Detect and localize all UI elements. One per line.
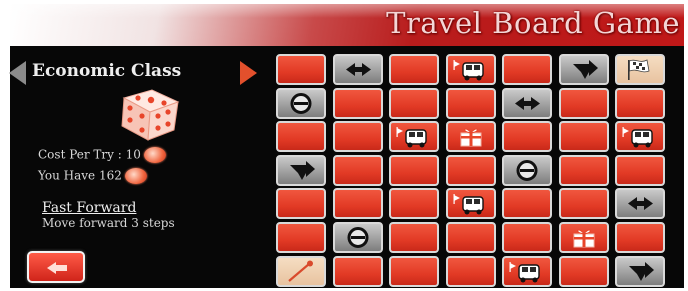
board-tile[interactable] (276, 54, 326, 85)
board-tile[interactable] (445, 87, 496, 119)
board-tile[interactable] (445, 255, 496, 287)
board-tile[interactable] (276, 188, 326, 220)
board-tile[interactable] (332, 121, 383, 153)
board-tile[interactable] (558, 255, 609, 287)
coin-token-icon (143, 147, 166, 163)
class-label: Economic Class (32, 61, 182, 81)
board-tile[interactable] (558, 121, 609, 153)
cost-per-try-row: Cost Per Try : 10 (38, 147, 166, 163)
previous-class-arrow-icon[interactable] (9, 61, 26, 85)
game-frame: Travel Board Game Economic Class Cost Pe… (0, 0, 688, 291)
board-tile[interactable] (445, 222, 496, 253)
board-tile[interactable] (332, 154, 383, 186)
balance-row: You Have 162 (38, 168, 147, 184)
board-tile[interactable] (445, 121, 496, 153)
blocked-sign-icon (347, 227, 368, 248)
blocked-sign-icon (290, 92, 312, 114)
board-tile[interactable] (332, 54, 383, 85)
board-tile[interactable] (276, 87, 326, 119)
finish-flag-icon (628, 59, 650, 80)
board-tile[interactable] (276, 222, 326, 253)
board-tile[interactable] (332, 87, 383, 119)
back-button[interactable] (27, 251, 85, 283)
bus-icon (509, 261, 540, 283)
board-tile[interactable] (615, 154, 665, 186)
board-tile[interactable] (558, 154, 609, 186)
cost-per-try-text: Cost Per Try : 10 (38, 147, 141, 162)
board-tile[interactable] (445, 188, 496, 220)
power-description: Move forward 3 steps (42, 216, 175, 230)
dice-icon[interactable] (102, 86, 182, 142)
board-tile[interactable] (558, 87, 609, 119)
board-tile[interactable] (389, 222, 439, 253)
board-tile[interactable] (445, 154, 496, 186)
power-name[interactable]: Fast Forward (42, 200, 136, 216)
board-tile[interactable] (502, 222, 552, 253)
gift-box-icon (460, 128, 481, 147)
blocked-sign-icon (516, 159, 538, 181)
board-tile[interactable] (389, 87, 439, 119)
board-tile[interactable] (615, 188, 665, 220)
next-class-arrow-icon[interactable] (240, 61, 257, 85)
board-tile[interactable] (332, 188, 383, 220)
bus-icon (396, 127, 427, 148)
board-tile[interactable] (276, 121, 326, 153)
board-tile[interactable] (615, 54, 665, 85)
board-tile[interactable] (502, 154, 552, 186)
board-tile[interactable] (615, 255, 665, 287)
swap-arrows-icon (515, 96, 540, 110)
board-tile[interactable] (389, 54, 439, 85)
board-tile[interactable] (558, 222, 609, 253)
bus-icon (453, 60, 484, 81)
turn-arrow-icon (290, 160, 315, 180)
board-tile[interactable] (502, 121, 552, 153)
board-tile[interactable] (389, 121, 439, 153)
bus-icon (453, 194, 484, 215)
back-arrow-shaft (55, 265, 67, 271)
board-tile[interactable] (502, 87, 552, 119)
turn-arrow-icon (629, 261, 654, 281)
board-tile[interactable] (502, 188, 552, 220)
balance-text: You Have 162 (38, 168, 122, 183)
board-tile[interactable] (615, 222, 665, 253)
board-tile[interactable] (615, 121, 665, 153)
board-tile[interactable] (558, 188, 609, 220)
board-tile[interactable] (558, 54, 609, 85)
board-tile[interactable] (332, 222, 383, 253)
board-tile[interactable] (276, 255, 326, 287)
board-tile[interactable] (502, 255, 552, 287)
board-tile[interactable] (332, 255, 383, 287)
swap-arrows-icon (628, 197, 653, 211)
board-tile[interactable] (445, 54, 496, 85)
bus-icon (622, 127, 653, 148)
board-tile[interactable] (615, 87, 665, 119)
board-tile[interactable] (389, 255, 439, 287)
game-title: Travel Board Game (386, 6, 680, 40)
start-pin-icon (288, 260, 313, 282)
board-tile[interactable] (389, 188, 439, 220)
turn-arrow-icon (572, 60, 598, 79)
board-tile[interactable] (389, 154, 439, 186)
board-tile[interactable] (502, 54, 552, 85)
gift-box-icon (573, 229, 594, 248)
swap-arrows-icon (345, 63, 371, 76)
board-tile[interactable] (276, 154, 326, 186)
coin-token-icon (124, 168, 147, 184)
